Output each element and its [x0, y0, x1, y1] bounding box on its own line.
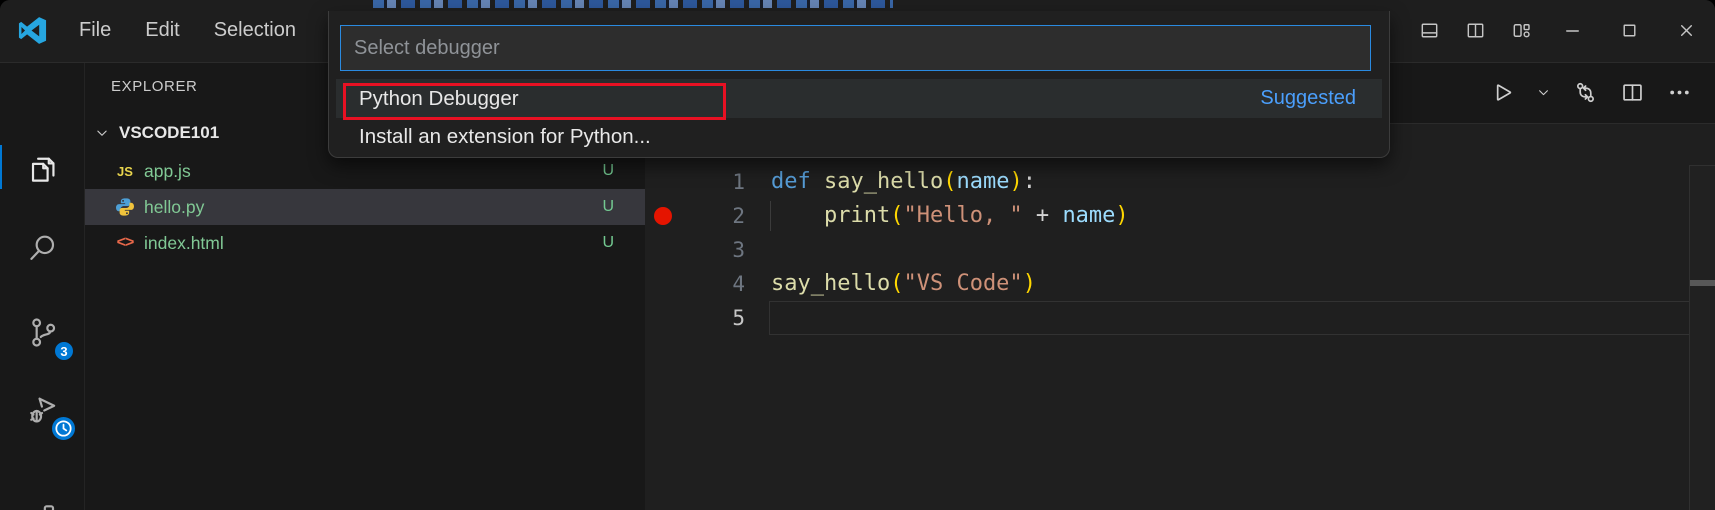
run-dropdown-button[interactable]: [1535, 84, 1552, 101]
run-button[interactable]: [1488, 79, 1515, 106]
line-number[interactable]: 3: [681, 238, 745, 262]
python-icon: [114, 196, 136, 218]
code-text: print("Hello, " + name): [771, 199, 1129, 233]
explorer-icon: [25, 150, 60, 185]
open-changes-icon: [1572, 79, 1599, 106]
menu-bar: FileEditSelection: [62, 0, 313, 61]
git-status-badge: U: [602, 198, 614, 216]
chevron-down-icon: [93, 124, 111, 142]
breakpoint-gutter[interactable]: [645, 165, 681, 199]
js-icon: JS: [114, 160, 136, 182]
minimap-slider[interactable]: [1690, 280, 1715, 286]
debug-clock-badge: [50, 415, 77, 442]
run-icon: [1488, 79, 1515, 106]
menu-selection[interactable]: Selection: [197, 13, 313, 48]
active-indicator: [0, 145, 2, 189]
customize-layout-button[interactable]: [1498, 0, 1544, 61]
breakpoint-gutter[interactable]: [645, 199, 681, 233]
git-status-badge: U: [602, 234, 614, 252]
quick-pick-overlay: Select debugger Python Debugger Suggested…: [328, 11, 1390, 158]
clock-icon: [53, 418, 74, 439]
chevron-down-icon: [1535, 84, 1552, 101]
suggested-badge: Suggested: [1260, 87, 1356, 110]
file-row-hello-py[interactable]: hello.py U: [85, 189, 645, 225]
line-number[interactable]: 1: [681, 170, 745, 194]
title-bar-controls: [1406, 0, 1715, 61]
activity-search[interactable]: [0, 216, 84, 278]
code-area[interactable]: 1def say_hello(name):2 print("Hello, " +…: [645, 165, 1690, 335]
line-number[interactable]: 4: [681, 272, 745, 296]
folder-label: VSCODE101: [119, 123, 219, 143]
file-label: app.js: [144, 161, 191, 182]
more-actions-icon: [1666, 79, 1693, 106]
html-icon: <>: [114, 232, 136, 254]
menu-edit[interactable]: Edit: [128, 13, 196, 48]
file-label: index.html: [144, 233, 224, 254]
customize-layout-icon: [1510, 19, 1533, 42]
source-control-badge: 3: [53, 340, 75, 362]
vscode-window: FileEditSelection 3 EXPLORER VSCODE101 J…: [0, 0, 1715, 510]
quick-pick-item-label: Install an extension for Python...: [359, 125, 651, 149]
toggle-panel-icon: [1418, 19, 1441, 42]
maximize-button[interactable]: [1601, 0, 1658, 61]
line-number[interactable]: 2: [681, 204, 745, 228]
activity-run-debug[interactable]: [0, 378, 84, 440]
code-line-3[interactable]: 3: [645, 233, 1690, 267]
split-editor-button[interactable]: [1619, 79, 1646, 106]
breakpoint-gutter[interactable]: [645, 301, 681, 335]
search-icon: [25, 230, 60, 265]
code-line-1[interactable]: 1 def say_hello(name):: [645, 165, 1690, 199]
file-row-app-js[interactable]: JS app.js U: [85, 153, 645, 189]
breakpoint-icon[interactable]: [654, 207, 672, 225]
more-actions-button[interactable]: [1666, 79, 1693, 106]
maximize-icon: [1618, 19, 1641, 42]
code-line-5[interactable]: 5: [645, 301, 1690, 335]
git-status-badge: U: [602, 162, 614, 180]
activity-bar: 3: [0, 62, 85, 510]
activity-explorer[interactable]: [0, 136, 84, 198]
quick-pick-item-label: Python Debugger: [359, 87, 519, 111]
vscode-logo-icon: [17, 15, 48, 46]
close-icon: [1675, 19, 1698, 42]
breakpoint-gutter[interactable]: [645, 267, 681, 301]
current-line-highlight: [769, 301, 1690, 335]
extensions-icon: [25, 497, 60, 510]
quick-pick-item-1[interactable]: Python Debugger Suggested: [336, 79, 1382, 118]
minimap[interactable]: [1689, 165, 1715, 510]
activity-extensions[interactable]: [0, 483, 84, 510]
code-text: def say_hello(name):: [771, 165, 1036, 199]
toggle-panel-button[interactable]: [1406, 0, 1452, 61]
file-label: hello.py: [144, 197, 204, 218]
close-button[interactable]: [1658, 0, 1715, 61]
activity-source-control[interactable]: 3: [0, 301, 84, 363]
toggle-secondary-sidebar-icon: [1464, 19, 1487, 42]
open-changes-button[interactable]: [1572, 79, 1599, 106]
file-row-index-html[interactable]: <> index.html U: [85, 225, 645, 261]
explorer-title: EXPLORER: [111, 78, 198, 95]
code-line-2[interactable]: 2 print("Hello, " + name): [645, 199, 1690, 233]
menu-file[interactable]: File: [62, 13, 128, 48]
code-text: say_hello("VS Code"): [771, 267, 1036, 301]
toggle-secondary-sidebar-button[interactable]: [1452, 0, 1498, 61]
quick-pick-input[interactable]: Select debugger: [340, 25, 1371, 71]
line-number[interactable]: 5: [681, 306, 745, 330]
split-editor-icon: [1619, 79, 1646, 106]
window-title-clipped-text: [373, 0, 893, 8]
quick-pick-placeholder: Select debugger: [354, 37, 500, 60]
quick-pick-item-2[interactable]: Install an extension for Python...: [336, 118, 1382, 155]
code-line-4[interactable]: 4 say_hello("VS Code"): [645, 267, 1690, 301]
breakpoint-gutter[interactable]: [645, 233, 681, 267]
minimize-button[interactable]: [1544, 0, 1601, 61]
minimize-icon: [1561, 19, 1584, 42]
